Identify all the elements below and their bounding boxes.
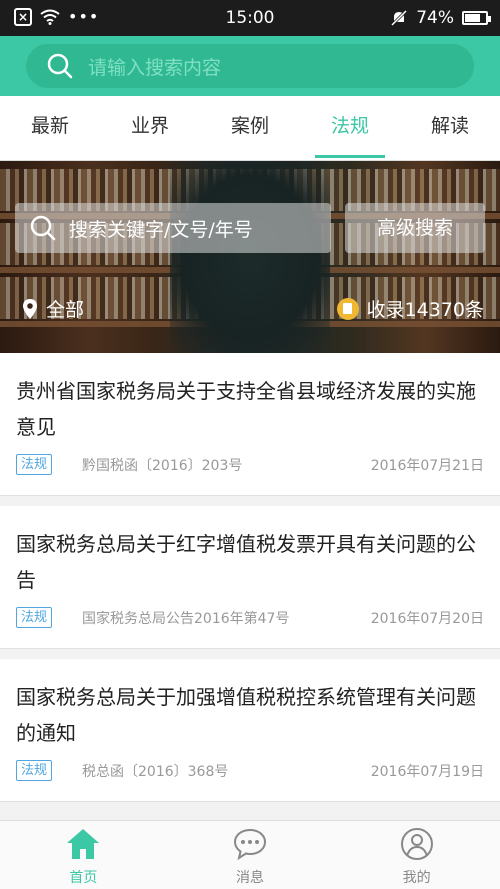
chat-icon bbox=[233, 828, 267, 861]
location-filter[interactable]: 全部 bbox=[22, 295, 84, 322]
document-number: 税总函〔2016〕368号 bbox=[82, 764, 229, 780]
mute-icon bbox=[391, 9, 408, 27]
document-number: 国家税务总局公告2016年第47号 bbox=[82, 611, 290, 627]
article-date: 2016年07月21日 bbox=[370, 458, 484, 474]
battery-percent: 74% bbox=[416, 8, 454, 28]
category-tabs: 最新 业界 案例 法规 解读 bbox=[0, 96, 500, 161]
home-icon bbox=[67, 829, 100, 859]
article-date: 2016年07月20日 bbox=[370, 611, 484, 627]
tab-cases[interactable]: 案例 bbox=[200, 96, 300, 160]
app-header: 请输入搜索内容 bbox=[0, 36, 500, 96]
search-placeholder: 请输入搜索内容 bbox=[88, 56, 222, 79]
status-bar: × ••• 15:00 74% bbox=[0, 0, 500, 36]
tab-regulations[interactable]: 法规 bbox=[300, 96, 400, 160]
article-title: 国家税务总局关于红字增值税发票开具有关问题的公告 bbox=[16, 532, 476, 592]
library-banner: 搜索关键字/文号/年号 高级搜索 全部 收录14370条 bbox=[0, 161, 500, 353]
search-icon bbox=[30, 215, 56, 241]
category-tag: 法规 bbox=[16, 760, 53, 781]
document-count-icon bbox=[336, 297, 359, 320]
regulation-search-placeholder: 搜索关键字/文号/年号 bbox=[69, 218, 253, 241]
top-search-bar[interactable]: 请输入搜索内容 bbox=[26, 44, 474, 88]
location-pin-icon bbox=[23, 298, 37, 319]
list-item[interactable]: 国家税务总局关于加强增值税税控系统管理有关问题的通知 法规 税总函〔2016〕3… bbox=[0, 659, 500, 802]
article-date: 2016年07月19日 bbox=[370, 764, 484, 780]
nav-home-label: 首页 bbox=[69, 870, 98, 886]
nav-home[interactable]: 首页 bbox=[0, 821, 167, 889]
nav-profile[interactable]: 我的 bbox=[333, 821, 500, 889]
article-title: 贵州省国家税务局关于支持全省县域经济发展的实施意见 bbox=[16, 379, 476, 439]
tab-industry[interactable]: 业界 bbox=[100, 96, 200, 160]
category-tag: 法规 bbox=[16, 607, 53, 628]
article-title: 国家税务总局关于加强增值税税控系统管理有关问题的通知 bbox=[16, 685, 476, 745]
category-tag: 法规 bbox=[16, 454, 53, 475]
bottom-nav: 首页 消息 我的 bbox=[0, 820, 500, 889]
battery-icon bbox=[462, 11, 491, 25]
nav-messages-label: 消息 bbox=[236, 870, 264, 886]
list-item[interactable]: 国家税务总局关于红字增值税发票开具有关问题的公告 法规 国家税务总局公告2016… bbox=[0, 506, 500, 649]
tab-interpretation[interactable]: 解读 bbox=[400, 96, 500, 160]
nav-profile-label: 我的 bbox=[402, 870, 431, 886]
article-list: 贵州省国家税务局关于支持全省县域经济发展的实施意见 法规 黔国税函〔2016〕2… bbox=[0, 353, 500, 812]
search-icon bbox=[47, 53, 73, 79]
regulation-search-input[interactable]: 搜索关键字/文号/年号 bbox=[15, 203, 331, 253]
list-item[interactable]: 贵州省国家税务局关于支持全省县域经济发展的实施意见 法规 黔国税函〔2016〕2… bbox=[0, 353, 500, 496]
record-count-label: 收录14370条 bbox=[366, 299, 484, 321]
tab-latest[interactable]: 最新 bbox=[0, 96, 100, 160]
nav-messages[interactable]: 消息 bbox=[167, 821, 334, 889]
location-label: 全部 bbox=[46, 299, 85, 321]
record-count: 收录14370条 bbox=[336, 295, 484, 322]
advanced-search-button[interactable]: 高级搜索 bbox=[345, 203, 485, 253]
user-icon bbox=[400, 828, 433, 860]
document-number: 黔国税函〔2016〕203号 bbox=[82, 458, 243, 474]
